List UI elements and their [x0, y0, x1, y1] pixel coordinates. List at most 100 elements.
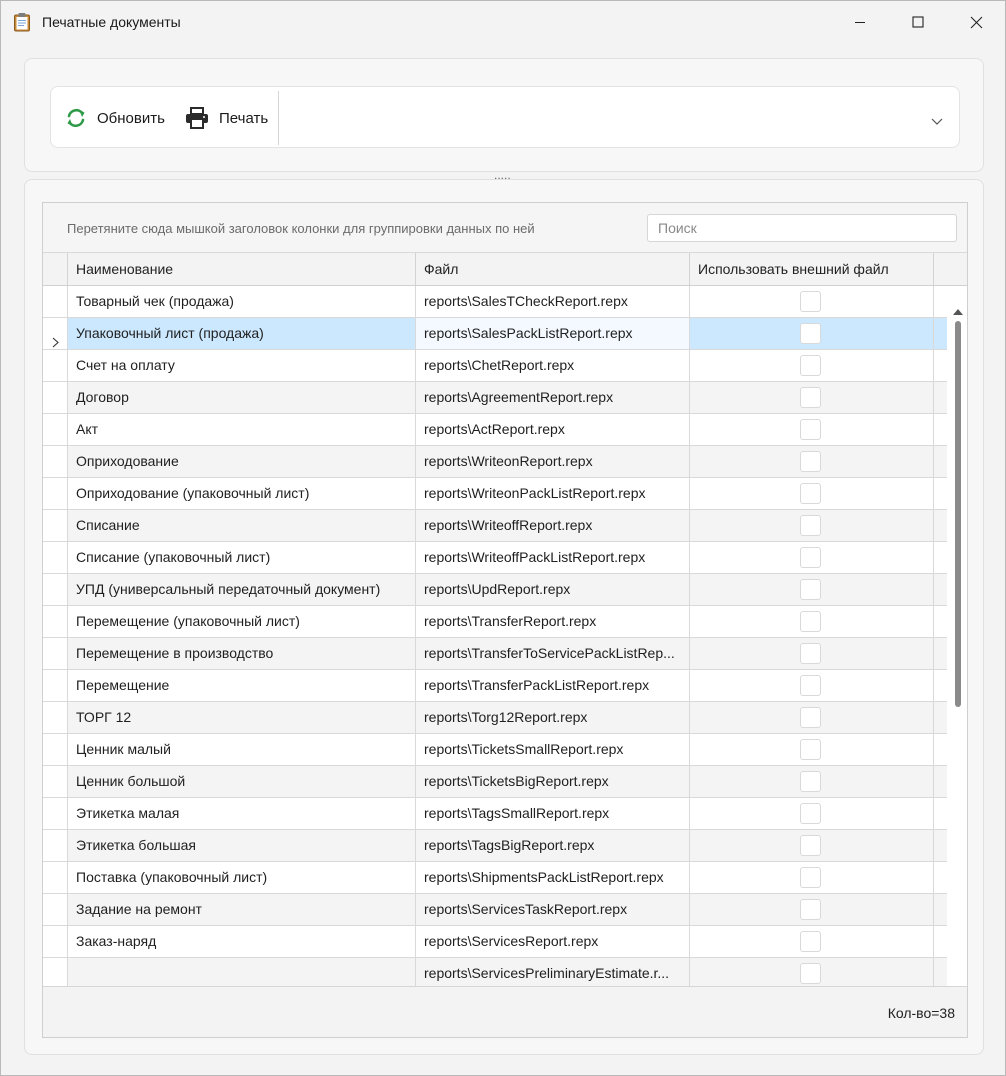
cell-file[interactable]: reports\TagsBigReport.repx [416, 830, 690, 861]
external-file-checkbox[interactable] [800, 579, 821, 600]
row-indicator[interactable] [43, 734, 68, 765]
external-file-checkbox[interactable] [800, 611, 821, 632]
table-row[interactable]: Ценник малый reports\TicketsSmallReport.r… [43, 734, 947, 766]
cell-file[interactable]: reports\TicketsSmallReport.repx [416, 734, 690, 765]
external-file-checkbox[interactable] [800, 963, 821, 984]
cell-name[interactable]: УПД (универсальный передаточный документ… [68, 574, 416, 605]
refresh-button[interactable]: Обновить [65, 87, 165, 149]
table-row[interactable]: Перемещение reports\TransferPackListRepor… [43, 670, 947, 702]
chevron-down-icon[interactable] [931, 113, 943, 129]
cell-file[interactable]: reports\TransferReport.repx [416, 606, 690, 637]
external-file-checkbox[interactable] [800, 931, 821, 952]
scroll-up-icon[interactable] [952, 303, 964, 319]
row-indicator[interactable] [43, 510, 68, 541]
cell-file[interactable]: reports\WriteonReport.repx [416, 446, 690, 477]
external-file-checkbox[interactable] [800, 355, 821, 376]
table-row[interactable]: Этикетка малая reports\TagsSmallReport.re… [43, 798, 947, 830]
external-file-checkbox[interactable] [800, 707, 821, 728]
cell-name[interactable]: Оприходование [68, 446, 416, 477]
close-button[interactable] [947, 1, 1005, 43]
row-indicator[interactable] [43, 606, 68, 637]
cell-name[interactable]: Поставка (упаковочный лист) [68, 862, 416, 893]
table-row[interactable]: Счет на оплату reports\ChetReport.repx [43, 350, 947, 382]
search-input[interactable] [647, 214, 957, 242]
cell-file[interactable]: reports\Torg12Report.repx [416, 702, 690, 733]
group-panel[interactable]: Перетяните сюда мышкой заголовок колонки… [43, 203, 967, 253]
table-row[interactable]: УПД (универсальный передаточный документ… [43, 574, 947, 606]
external-file-checkbox[interactable] [800, 835, 821, 856]
external-file-checkbox[interactable] [800, 547, 821, 568]
cell-name[interactable]: Списание [68, 510, 416, 541]
row-indicator[interactable] [43, 862, 68, 893]
external-file-checkbox[interactable] [800, 643, 821, 664]
external-file-checkbox[interactable] [800, 675, 821, 696]
cell-file[interactable]: reports\WriteoffPackListReport.repx [416, 542, 690, 573]
print-button[interactable]: Печать [185, 87, 268, 149]
cell-name[interactable]: Счет на оплату [68, 350, 416, 381]
table-row[interactable]: Ценник большой reports\TicketsBigReport.r… [43, 766, 947, 798]
cell-file[interactable]: reports\WriteonPackListReport.repx [416, 478, 690, 509]
table-row[interactable]: Задание на ремонт reports\ServicesTaskRep… [43, 894, 947, 926]
row-indicator[interactable] [43, 926, 68, 957]
row-indicator[interactable] [43, 286, 68, 317]
cell-name[interactable]: Договор [68, 382, 416, 413]
cell-file[interactable]: reports\TicketsBigReport.repx [416, 766, 690, 797]
table-row[interactable]: Акт reports\ActReport.repx [43, 414, 947, 446]
cell-name[interactable]: Оприходование (упаковочный лист) [68, 478, 416, 509]
maximize-button[interactable] [889, 1, 947, 43]
cell-name[interactable]: Этикетка большая [68, 830, 416, 861]
cell-name[interactable]: Перемещение в производство [68, 638, 416, 669]
row-indicator[interactable] [43, 766, 68, 797]
table-row[interactable]: Поставка (упаковочный лист) reports\Shipm… [43, 862, 947, 894]
external-file-checkbox[interactable] [800, 867, 821, 888]
cell-name[interactable]: Товарный чек (продажа) [68, 286, 416, 317]
cell-name[interactable]: Перемещение [68, 670, 416, 701]
column-header-file[interactable]: Файл [416, 253, 690, 285]
row-indicator[interactable] [43, 382, 68, 413]
scrollbar-thumb[interactable] [955, 321, 961, 707]
row-indicator[interactable] [43, 830, 68, 861]
table-row[interactable]: Упаковочный лист (продажа) reports\SalesP… [43, 318, 947, 350]
cell-name[interactable]: Акт [68, 414, 416, 445]
cell-file[interactable]: reports\ServicesReport.repx [416, 926, 690, 957]
cell-name[interactable]: ТОРГ 12 [68, 702, 416, 733]
cell-file[interactable]: reports\UpdReport.repx [416, 574, 690, 605]
cell-file[interactable]: reports\WriteoffReport.repx [416, 510, 690, 541]
table-row[interactable]: Оприходование (упаковочный лист) reports\… [43, 478, 947, 510]
row-indicator[interactable] [43, 414, 68, 445]
external-file-checkbox[interactable] [800, 739, 821, 760]
external-file-checkbox[interactable] [800, 803, 821, 824]
table-row[interactable]: Заказ-наряд reports\ServicesReport.repx [43, 926, 947, 958]
row-indicator[interactable] [43, 350, 68, 381]
row-indicator[interactable] [43, 670, 68, 701]
cell-name[interactable]: Перемещение (упаковочный лист) [68, 606, 416, 637]
table-row[interactable]: ТОРГ 12 reports\Torg12Report.repx [43, 702, 947, 734]
row-indicator[interactable] [43, 958, 68, 986]
table-row[interactable]: Оприходование reports\WriteonReport.repx [43, 446, 947, 478]
splitter-handle[interactable]: ..... [494, 169, 511, 181]
row-indicator[interactable] [43, 894, 68, 925]
table-row[interactable]: Списание (упаковочный лист) reports\Write… [43, 542, 947, 574]
row-indicator[interactable] [43, 574, 68, 605]
cell-name[interactable] [68, 958, 416, 986]
external-file-checkbox[interactable] [800, 771, 821, 792]
row-indicator[interactable] [43, 478, 68, 509]
external-file-checkbox[interactable] [800, 419, 821, 440]
cell-file[interactable]: reports\SalesPackListReport.repx [416, 318, 690, 349]
cell-file[interactable]: reports\AgreementReport.repx [416, 382, 690, 413]
cell-file[interactable]: reports\ShipmentsPackListReport.repx [416, 862, 690, 893]
cell-file[interactable]: reports\ServicesTaskReport.repx [416, 894, 690, 925]
cell-file[interactable]: reports\TransferToServicePackListRep... [416, 638, 690, 669]
cell-file[interactable]: reports\TagsSmallReport.repx [416, 798, 690, 829]
cell-name[interactable]: Задание на ремонт [68, 894, 416, 925]
cell-name[interactable]: Этикетка малая [68, 798, 416, 829]
row-indicator[interactable] [43, 638, 68, 669]
table-row[interactable]: Списание reports\WriteoffReport.repx [43, 510, 947, 542]
cell-file[interactable]: reports\TransferPackListReport.repx [416, 670, 690, 701]
external-file-checkbox[interactable] [800, 515, 821, 536]
external-file-checkbox[interactable] [800, 451, 821, 472]
external-file-checkbox[interactable] [800, 291, 821, 312]
cell-file[interactable]: reports\ServicesPreliminaryEstimate.r... [416, 958, 690, 986]
row-indicator[interactable] [43, 702, 68, 733]
external-file-checkbox[interactable] [800, 899, 821, 920]
